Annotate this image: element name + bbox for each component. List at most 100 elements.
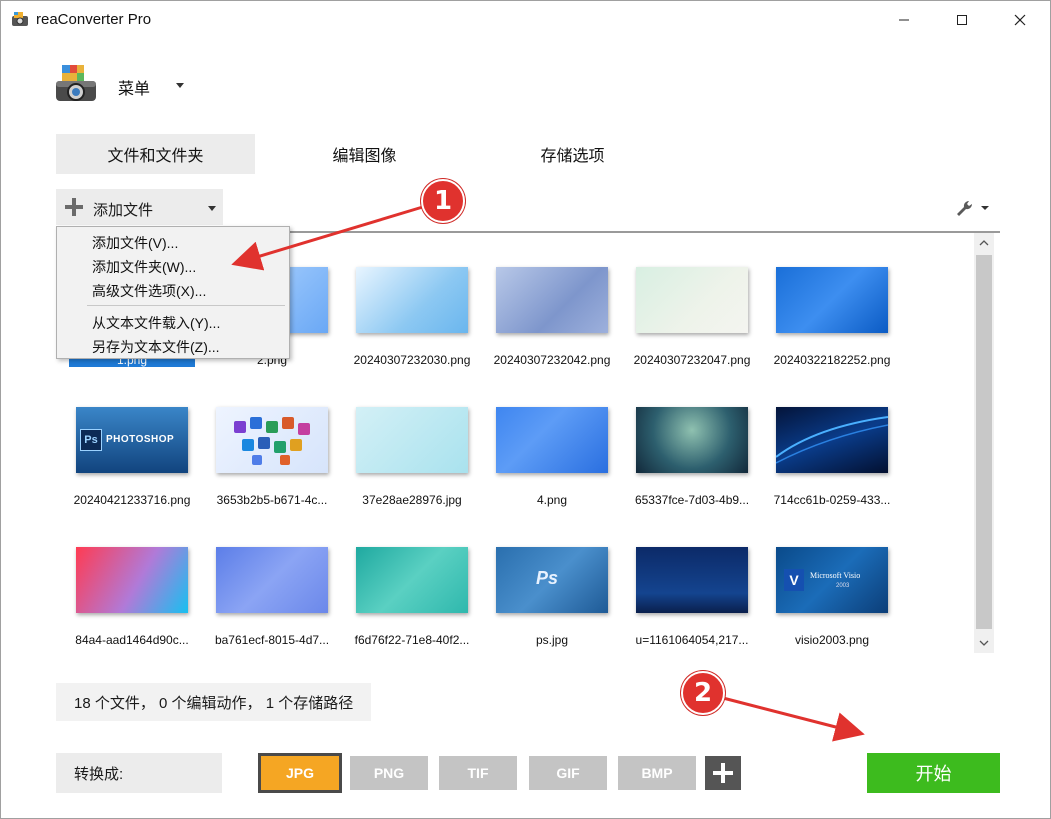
scroll-down-button[interactable]: [974, 633, 994, 653]
file-name: 3653b2b5-b671-4c...: [216, 493, 328, 507]
menu-separator: [87, 305, 285, 306]
file-tile[interactable]: 714cc61b-0259-433...: [769, 407, 895, 527]
file-name: 65337fce-7d03-4b9...: [634, 493, 750, 507]
file-tile[interactable]: 3653b2b5-b671-4c...: [209, 407, 335, 527]
file-name: 20240307232047.png: [633, 353, 751, 367]
status-summary: 18 个文件， 0 个编辑动作， 1 个存储路径: [56, 683, 372, 721]
add-files-label: 添加文件: [93, 202, 154, 219]
add-files-button[interactable]: 添加文件: [56, 189, 223, 225]
title-bar: reaConverter Pro: [1, 1, 1050, 39]
format-tif-button[interactable]: TIF: [439, 756, 517, 790]
menu-item-advanced-options[interactable]: 高级文件选项(X)...: [92, 281, 206, 301]
file-thumbnail: V Microsoft Visio 2003: [776, 547, 888, 613]
file-thumbnail: [76, 547, 188, 613]
file-name: f6d76f22-71e8-40f2...: [354, 633, 470, 647]
file-tile[interactable]: Ps ps.jpg: [489, 547, 615, 653]
menu-item-add-files[interactable]: 添加文件(V)...: [92, 233, 178, 253]
file-name: 714cc61b-0259-433...: [773, 493, 891, 507]
close-icon: [1014, 14, 1026, 26]
ps-logo-text: Ps: [536, 568, 559, 588]
tab-edit-images[interactable]: 编辑图像: [265, 134, 464, 174]
chevron-down-icon: [979, 640, 989, 646]
visio-year: 2003: [836, 583, 850, 589]
file-name: visio2003.png: [794, 633, 870, 647]
scroll-up-button[interactable]: [974, 233, 994, 253]
add-files-dropdown: 添加文件(V)... 添加文件夹(W)... 高级文件选项(X)... 从文本文…: [56, 226, 290, 359]
tab-files-and-folders[interactable]: 文件和文件夹: [56, 134, 255, 174]
menu-item-add-folder[interactable]: 添加文件夹(W)...: [92, 257, 196, 277]
file-tile[interactable]: 65337fce-7d03-4b9...: [629, 407, 755, 527]
file-name: 4.png: [536, 493, 568, 507]
file-thumbnail: [636, 407, 748, 473]
add-format-button[interactable]: [705, 756, 741, 790]
visio-title: Microsoft Visio: [810, 571, 861, 580]
file-name: 20240421233716.png: [73, 493, 191, 507]
file-name: ps.jpg: [535, 633, 569, 647]
office-icons-graphic: [234, 417, 310, 465]
vertical-scrollbar[interactable]: [974, 233, 994, 653]
file-tile[interactable]: 20240307232042.png: [489, 267, 615, 387]
app-window: reaConverter Pro 菜单 文件和文件夹 编辑图像 存储选项 添加文…: [0, 0, 1051, 819]
file-thumbnail: [356, 267, 468, 333]
file-name: 20240322182252.png: [773, 353, 891, 367]
file-thumbnail: [216, 407, 328, 473]
file-name: 20240307232030.png: [353, 353, 471, 367]
file-thumbnail: [356, 407, 468, 473]
maximize-button[interactable]: [939, 1, 985, 39]
minimize-icon: [899, 19, 909, 21]
format-png-button[interactable]: PNG: [350, 756, 428, 790]
file-thumbnail: [356, 547, 468, 613]
file-thumbnail: Ps: [496, 547, 608, 613]
file-thumbnail: [776, 267, 888, 333]
file-name: 20240307232042.png: [493, 353, 611, 367]
file-name: u=1161064054,217...: [635, 633, 749, 647]
file-name: 37e28ae28976.jpg: [362, 493, 462, 507]
file-tile[interactable]: ba761ecf-8015-4d7...: [209, 547, 335, 653]
start-button[interactable]: 开始: [867, 753, 1000, 793]
wrench-settings-icon[interactable]: [955, 198, 991, 218]
file-thumbnail: [776, 407, 888, 473]
photoshop-text: PHOTOSHOP: [106, 434, 175, 445]
window-title: reaConverter Pro: [36, 11, 152, 28]
file-thumbnail: [496, 407, 608, 473]
file-tile[interactable]: Ps PHOTOSHOP 20240421233716.png: [69, 407, 195, 527]
annotation-badge-1: 1: [421, 179, 465, 223]
file-thumbnail: [636, 267, 748, 333]
scroll-thumb[interactable]: [976, 255, 992, 629]
app-logo: [56, 65, 96, 101]
chevron-down-icon: [208, 206, 216, 211]
file-tile[interactable]: 37e28ae28976.jpg: [349, 407, 475, 527]
file-tile[interactable]: f6d76f22-71e8-40f2...: [349, 547, 475, 653]
menu-item-save-as-text[interactable]: 另存为文本文件(Z)...: [92, 337, 220, 357]
minimize-button[interactable]: [881, 1, 927, 39]
file-thumbnail: Ps PHOTOSHOP: [76, 407, 188, 473]
plus-icon: [65, 198, 83, 216]
app-logo-icon: [12, 12, 28, 26]
file-name: 84a4-aad1464d90c...: [75, 633, 189, 647]
convert-to-label: 转换成:: [56, 753, 222, 793]
file-thumbnail: [636, 547, 748, 613]
photoshop-logo: Ps: [80, 429, 102, 451]
close-button[interactable]: [997, 1, 1043, 39]
wave-graphic: [776, 416, 888, 464]
format-bmp-button[interactable]: BMP: [618, 756, 696, 790]
menu-item-load-from-text[interactable]: 从文本文件载入(Y)...: [92, 313, 220, 333]
file-thumbnail: [496, 267, 608, 333]
file-tile[interactable]: u=1161064054,217...: [629, 547, 755, 653]
format-jpg-button[interactable]: JPG: [258, 753, 342, 793]
file-name: ba761ecf-8015-4d7...: [214, 633, 330, 647]
file-tile[interactable]: 84a4-aad1464d90c...: [69, 547, 195, 653]
format-gif-button[interactable]: GIF: [529, 756, 607, 790]
tab-save-options[interactable]: 存储选项: [473, 134, 672, 174]
annotation-badge-2: 2: [681, 671, 725, 715]
file-tile[interactable]: 20240322182252.png: [769, 267, 895, 387]
file-tile[interactable]: 20240307232030.png: [349, 267, 475, 387]
visio-logo: V: [784, 569, 804, 591]
main-menu-button[interactable]: 菜单: [118, 75, 150, 99]
file-tile[interactable]: 4.png: [489, 407, 615, 527]
file-tile[interactable]: V Microsoft Visio 2003 visio2003.png: [769, 547, 895, 653]
chevron-down-icon[interactable]: [176, 83, 184, 88]
file-tile[interactable]: 20240307232047.png: [629, 267, 755, 387]
maximize-icon: [957, 15, 967, 25]
file-thumbnail: [216, 547, 328, 613]
